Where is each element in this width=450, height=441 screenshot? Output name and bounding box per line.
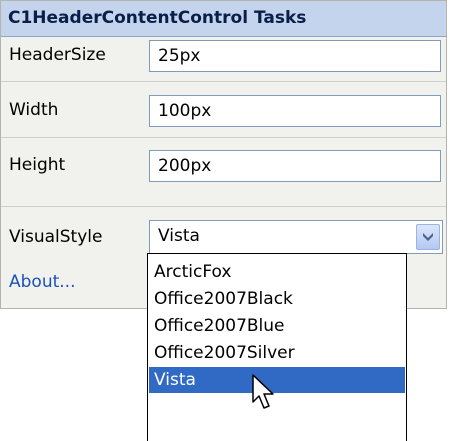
header-size-label: HeaderSize [9,45,106,65]
dropdown-option-office2007black[interactable]: Office2007Black [149,286,405,312]
visual-style-label: VisualStyle [9,227,103,247]
width-label: Width [9,100,59,120]
panel-header: C1HeaderContentControl Tasks [1,1,446,37]
chevron-down-icon [423,233,433,241]
height-label: Height [9,155,66,175]
row-divider [1,206,446,207]
dropdown-button[interactable] [416,224,440,250]
visual-style-value: Vista [158,226,200,246]
header-size-input[interactable]: 25px [149,40,441,72]
row-divider [1,137,446,138]
height-input[interactable]: 200px [149,150,441,182]
panel-title: C1HeaderContentControl Tasks [8,8,307,28]
row-divider [1,81,446,82]
about-link[interactable]: About... [9,272,75,292]
dropdown-option-office2007silver[interactable]: Office2007Silver [149,340,405,366]
visual-style-combobox[interactable]: Vista [149,220,443,254]
width-input[interactable]: 100px [149,95,441,127]
dropdown-option-office2007blue[interactable]: Office2007Blue [149,313,405,339]
mouse-cursor-icon [252,374,274,409]
dropdown-option-arcticfox[interactable]: ArcticFox [149,259,405,285]
